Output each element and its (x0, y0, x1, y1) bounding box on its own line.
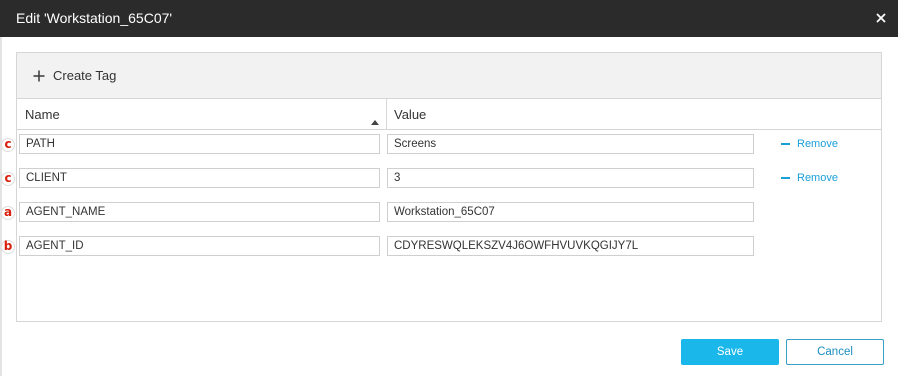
column-divider[interactable] (386, 99, 387, 130)
annotation-badge: c (1, 138, 15, 152)
tags-toolbar: Create Tag (17, 53, 881, 99)
minus-icon (781, 143, 790, 145)
remove-label: Remove (797, 138, 838, 150)
dialog-title: Edit 'Workstation_65C07' (16, 10, 173, 26)
table-header: Name Value (17, 99, 881, 130)
cancel-button[interactable]: Cancel (786, 339, 884, 365)
tags-panel: Create Tag Name Value PATH Screens Remov… (16, 52, 882, 322)
tag-name-input[interactable]: PATH (19, 134, 380, 154)
tag-name-input[interactable]: CLIENT (19, 168, 380, 188)
dialog-titlebar: Edit 'Workstation_65C07' (0, 0, 898, 37)
table-row: CLIENT 3 Remove (17, 166, 881, 190)
tag-value-input[interactable]: 3 (387, 168, 754, 188)
tag-value-input[interactable]: Screens (387, 134, 754, 154)
tag-name-input[interactable]: AGENT_NAME (19, 202, 380, 222)
annotation-badge: c (1, 172, 15, 186)
table-row: AGENT_NAME Workstation_65C07 (17, 200, 881, 224)
plus-icon (33, 69, 45, 82)
minus-icon (781, 177, 790, 179)
table-row: PATH Screens Remove (17, 132, 881, 156)
column-header-name[interactable]: Name (25, 107, 60, 122)
remove-label: Remove (797, 172, 838, 184)
table-row: AGENT_ID CDYRESWQLEKSZV4J6OWFHVUVKQGIJY7… (17, 234, 881, 258)
annotation-badge: b (1, 240, 15, 254)
annotation-badge: a (1, 206, 15, 220)
create-tag-label: Create Tag (53, 68, 117, 83)
tag-value-input[interactable]: CDYRESWQLEKSZV4J6OWFHVUVKQGIJY7L (387, 236, 754, 256)
background-strip (0, 37, 2, 376)
column-header-value[interactable]: Value (394, 107, 426, 122)
save-button[interactable]: Save (681, 339, 779, 365)
tag-value-input[interactable]: Workstation_65C07 (387, 202, 754, 222)
edit-tags-dialog: Edit 'Workstation_65C07' Create Tag Name… (0, 0, 898, 376)
tag-name-input[interactable]: AGENT_ID (19, 236, 380, 256)
close-icon[interactable] (870, 7, 892, 29)
sort-ascending-icon[interactable] (371, 112, 379, 125)
